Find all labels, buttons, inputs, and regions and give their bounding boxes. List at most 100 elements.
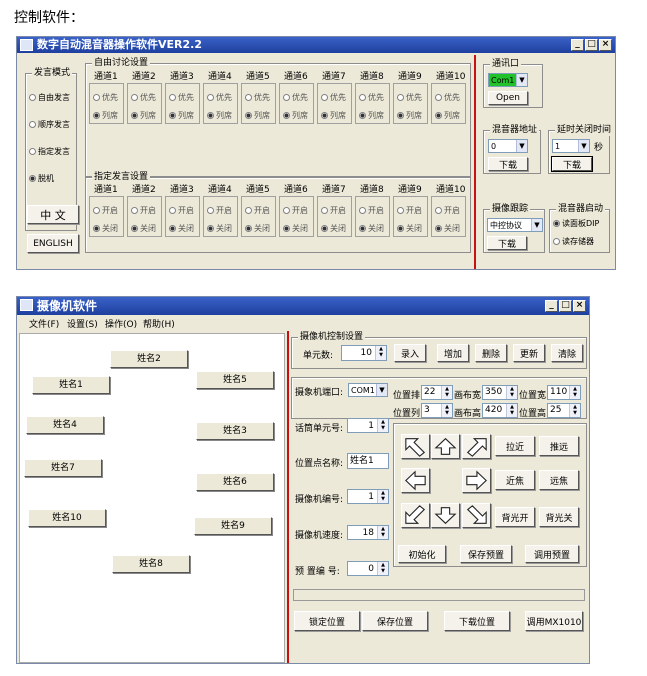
- pan-down-left-button[interactable]: [401, 503, 430, 528]
- call-preset-button[interactable]: 调用预置: [525, 545, 579, 563]
- english-button[interactable]: ENGLISH: [27, 234, 79, 253]
- position-action-button[interactable]: 锁定位置: [294, 611, 360, 631]
- pan-left-button[interactable]: [401, 468, 430, 493]
- chinese-button[interactable]: 中 文: [27, 205, 79, 224]
- seat-name-box[interactable]: 姓名2: [110, 350, 188, 368]
- pos-col-spinner[interactable]: 3 ▲ ▼: [421, 403, 453, 418]
- pan-up-right-button[interactable]: [462, 434, 491, 459]
- menu-item[interactable]: 文件(F): [29, 317, 59, 330]
- channel-option-a[interactable]: 开启: [131, 205, 156, 216]
- preset-no-spinner[interactable]: 0 ▲ ▼: [347, 561, 389, 576]
- channel-option-b[interactable]: 关闭: [93, 223, 118, 234]
- seat-name-box[interactable]: 姓名3: [196, 422, 274, 440]
- unit-action-button[interactable]: 删除: [475, 344, 507, 362]
- mixer-titlebar[interactable]: 数字自动混音器操作软件VER2.2 _ □ ×: [17, 37, 615, 53]
- channel-option-b[interactable]: 列席: [169, 110, 194, 121]
- pos-width-spinner[interactable]: 110 ▲ ▼: [547, 385, 581, 400]
- channel-option-a[interactable]: 优先: [131, 92, 156, 103]
- lens-control-button[interactable]: 背光关: [539, 507, 579, 527]
- channel-option-a[interactable]: 优先: [397, 92, 422, 103]
- save-preset-button[interactable]: 保存预置: [460, 545, 512, 563]
- close-button[interactable]: ×: [599, 39, 612, 51]
- seat-name-box[interactable]: 姓名10: [28, 509, 106, 527]
- read-memory-radio[interactable]: 读存储器: [553, 236, 594, 247]
- channel-option-a[interactable]: 优先: [207, 92, 232, 103]
- lens-control-button[interactable]: 远焦: [539, 470, 579, 490]
- delay-off-select[interactable]: 1 ▼: [552, 139, 590, 153]
- maximize-button[interactable]: □: [559, 300, 572, 312]
- position-action-button[interactable]: 调用MX1010: [525, 611, 583, 631]
- channel-option-a[interactable]: 开启: [245, 205, 270, 216]
- menu-item[interactable]: 设置(S): [67, 317, 98, 330]
- channel-option-b[interactable]: 关闭: [435, 223, 460, 234]
- pan-right-button[interactable]: [462, 468, 491, 493]
- pos-name-input[interactable]: 姓名1: [347, 453, 389, 469]
- lens-control-button[interactable]: 近焦: [495, 470, 535, 490]
- channel-option-b[interactable]: 列席: [245, 110, 270, 121]
- maximize-button[interactable]: □: [585, 39, 598, 51]
- channel-option-a[interactable]: 优先: [321, 92, 346, 103]
- camera-track-select[interactable]: 中控协议 ▼: [487, 218, 543, 232]
- channel-option-a[interactable]: 开启: [207, 205, 232, 216]
- seat-name-box[interactable]: 姓名5: [196, 371, 274, 389]
- speak-mode-radio[interactable]: 顺序发言: [29, 119, 70, 130]
- channel-option-b[interactable]: 列席: [283, 110, 308, 121]
- lens-control-button[interactable]: 推远: [539, 436, 579, 456]
- comm-port-select[interactable]: Com1 ▼: [488, 73, 528, 87]
- pan-down-right-button[interactable]: [462, 503, 491, 528]
- seat-name-box[interactable]: 姓名1: [32, 376, 110, 394]
- menu-item[interactable]: 帮助(H): [143, 317, 175, 330]
- unit-action-button[interactable]: 增加: [437, 344, 469, 362]
- channel-option-b[interactable]: 关闭: [321, 223, 346, 234]
- open-port-button[interactable]: Open: [488, 91, 528, 105]
- channel-option-a[interactable]: 开启: [435, 205, 460, 216]
- unit-action-button[interactable]: 更新: [513, 344, 545, 362]
- camera-no-spinner[interactable]: 1 ▲ ▼: [347, 489, 389, 504]
- channel-option-b[interactable]: 关闭: [169, 223, 194, 234]
- init-button[interactable]: 初始化: [398, 545, 446, 563]
- unit-count-spinner[interactable]: 10 ▲ ▼: [341, 345, 387, 361]
- channel-option-a[interactable]: 开启: [321, 205, 346, 216]
- channel-option-a[interactable]: 优先: [359, 92, 384, 103]
- mixer-address-download-button[interactable]: 下载: [488, 157, 528, 171]
- minimize-button[interactable]: _: [545, 300, 558, 312]
- channel-option-b[interactable]: 列席: [93, 110, 118, 121]
- delay-download-button[interactable]: 下载: [551, 156, 593, 172]
- menu-item[interactable]: 操作(O): [105, 317, 137, 330]
- canvas-height-spinner[interactable]: 420 ▲ ▼: [482, 403, 518, 418]
- minimize-button[interactable]: _: [571, 39, 584, 51]
- position-action-button[interactable]: 下载位置: [444, 611, 510, 631]
- channel-option-a[interactable]: 优先: [245, 92, 270, 103]
- channel-option-b[interactable]: 关闭: [131, 223, 156, 234]
- speak-mode-radio[interactable]: 指定发言: [29, 146, 70, 157]
- channel-option-b[interactable]: 关闭: [245, 223, 270, 234]
- seat-name-box[interactable]: 姓名6: [196, 473, 274, 491]
- camera-speed-spinner[interactable]: 18 ▲ ▼: [347, 525, 389, 540]
- camera-track-download-button[interactable]: 下载: [487, 236, 527, 250]
- channel-option-b[interactable]: 关闭: [397, 223, 422, 234]
- channel-option-b[interactable]: 列席: [131, 110, 156, 121]
- mixer-address-select[interactable]: 0 ▼: [488, 139, 528, 153]
- read-dip-radio[interactable]: 读面板DIP: [553, 218, 599, 229]
- channel-option-b[interactable]: 关闭: [283, 223, 308, 234]
- channel-option-a[interactable]: 开启: [283, 205, 308, 216]
- pos-row-spinner[interactable]: 22 ▲ ▼: [421, 385, 453, 400]
- speak-mode-radio[interactable]: 自由发言: [29, 92, 70, 103]
- channel-option-b[interactable]: 关闭: [207, 223, 232, 234]
- channel-option-b[interactable]: 关闭: [359, 223, 384, 234]
- close-button[interactable]: ×: [573, 300, 586, 312]
- channel-option-a[interactable]: 开启: [397, 205, 422, 216]
- channel-option-b[interactable]: 列席: [359, 110, 384, 121]
- channel-option-b[interactable]: 列席: [435, 110, 460, 121]
- seat-name-box[interactable]: 姓名4: [26, 416, 104, 434]
- pos-height-spinner[interactable]: 25 ▲ ▼: [547, 403, 581, 418]
- unit-action-button[interactable]: 录入: [394, 344, 426, 362]
- channel-option-a[interactable]: 优先: [283, 92, 308, 103]
- channel-option-b[interactable]: 列席: [321, 110, 346, 121]
- lens-control-button[interactable]: 背光开: [495, 507, 535, 527]
- position-action-button[interactable]: 保存位置: [362, 611, 428, 631]
- camera-titlebar[interactable]: 摄像机软件 _ □ ×: [17, 297, 589, 315]
- seat-name-box[interactable]: 姓名9: [194, 517, 272, 535]
- speak-mode-radio[interactable]: 脱机: [29, 173, 54, 184]
- pan-up-button[interactable]: [431, 434, 460, 459]
